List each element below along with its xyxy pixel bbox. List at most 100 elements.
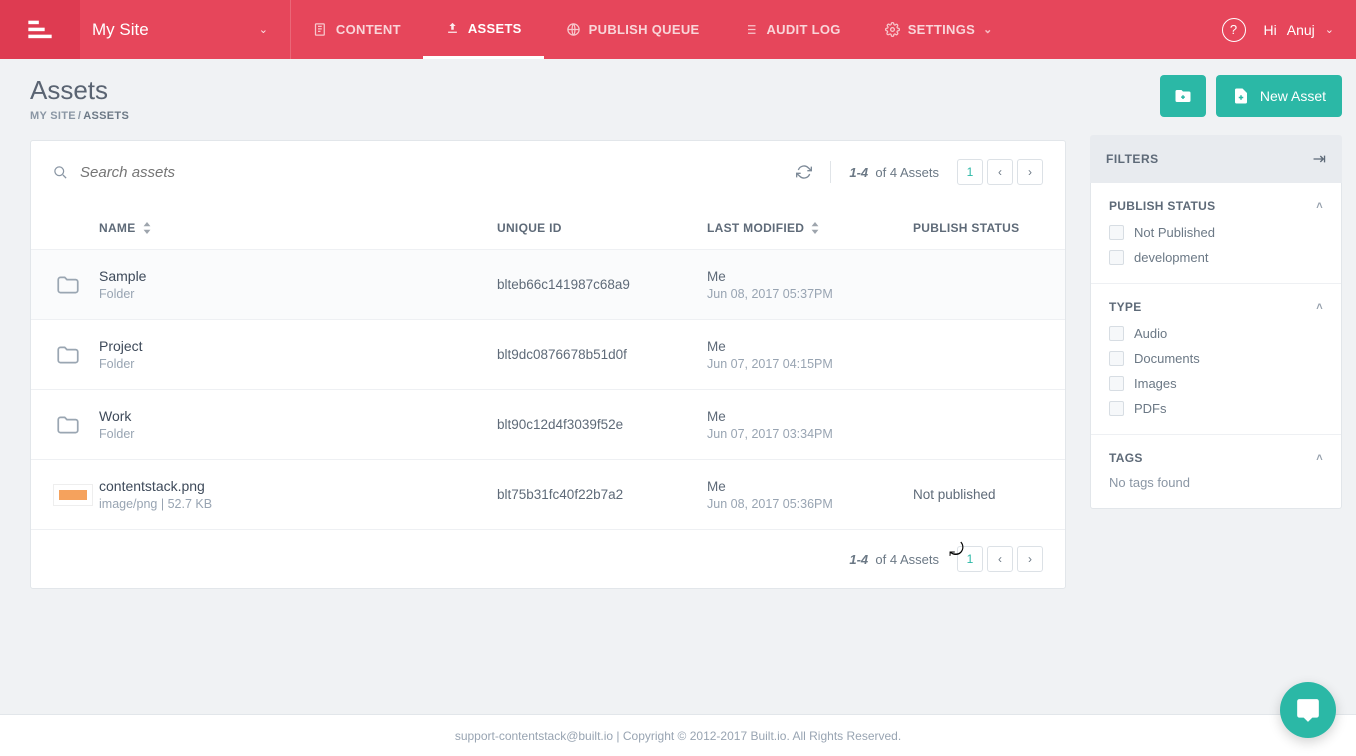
filter-option-publish-status[interactable]: development [1109, 250, 1323, 265]
col-publish-status[interactable]: PUBLISH STATUS [913, 221, 1043, 235]
pager: 1 ‹ › [957, 159, 1043, 185]
tab-audit-log[interactable]: AUDIT LOG [721, 0, 862, 59]
refresh-icon[interactable] [796, 164, 812, 180]
no-tags-text: No tags found [1109, 475, 1323, 490]
tab-assets[interactable]: ASSETS [423, 0, 544, 59]
new-folder-button[interactable] [1160, 75, 1206, 117]
row-title: Work [99, 408, 497, 424]
chevron-up-icon: ˄ [1316, 200, 1323, 212]
toolbar: 1-4 of 4 Assets 1 ‹ › [31, 141, 1065, 203]
chevron-up-icon: ˄ [1316, 452, 1323, 464]
filters-header: FILTERS ⇥ [1090, 135, 1342, 183]
row-uid: blteb66c141987c68a9 [497, 277, 707, 292]
checkbox-icon [1109, 326, 1124, 341]
page-1-button[interactable]: 1 [957, 159, 983, 185]
sort-icon [810, 222, 820, 234]
row-title: Sample [99, 268, 497, 284]
row-publish-status: Not published [913, 487, 1043, 502]
table-body: SampleFolderblteb66c141987c68a9MeJun 08,… [31, 250, 1065, 530]
main-tabs: CONTENT ASSETS PUBLISH QUEUE AUDIT LOG S… [291, 0, 1015, 59]
folder-icon [53, 342, 83, 368]
page-prev-button[interactable]: ‹ [987, 159, 1013, 185]
pager-info: 1-4 of 4 Assets [849, 165, 939, 180]
filter-publish-status: PUBLISH STATUS˄ Not Publisheddevelopment [1091, 183, 1341, 284]
checkbox-icon [1109, 225, 1124, 240]
user-menu[interactable]: Hi Anuj ⌄ [1264, 22, 1334, 38]
row-modified-at: Jun 07, 2017 03:34PM [707, 427, 913, 441]
list-icon [743, 22, 758, 37]
filter-option-type[interactable]: Documents [1109, 351, 1323, 366]
gear-icon [885, 22, 900, 37]
folder-icon [53, 272, 83, 298]
globe-icon [566, 22, 581, 37]
table-row[interactable]: contentstack.png image/png | 52.7 KBblt75… [31, 460, 1065, 530]
pager-bottom: 1 ‹ › [957, 546, 1043, 572]
table-row[interactable]: ProjectFolderblt9dc0876678b51d0fMeJun 07… [31, 320, 1065, 390]
chevron-down-icon: ⌄ [983, 23, 993, 36]
filter-option-publish-status[interactable]: Not Published [1109, 225, 1323, 240]
new-asset-button[interactable]: New Asset [1216, 75, 1342, 117]
chevron-down-icon: ⌄ [1325, 23, 1334, 36]
col-unique-id[interactable]: UNIQUE ID [497, 221, 707, 235]
collapse-filters-icon[interactable]: ⇥ [1313, 149, 1326, 169]
row-modified-by: Me [707, 479, 913, 494]
table-footer: 1-4 of 4 Assets 1 ‹ › [31, 530, 1065, 588]
row-subtitle: image/png | 52.7 KB [99, 497, 497, 511]
upload-icon [445, 21, 460, 36]
checkbox-icon [1109, 351, 1124, 366]
row-uid: blt9dc0876678b51d0f [497, 347, 707, 362]
filter-option-type[interactable]: Audio [1109, 326, 1323, 341]
row-modified-by: Me [707, 409, 913, 424]
row-uid: blt90c12d4f3039f52e [497, 417, 707, 432]
table-header: NAME UNIQUE ID LAST MODIFIED PUBLISH STA… [31, 203, 1065, 250]
help-icon[interactable]: ? [1222, 18, 1246, 42]
row-title: Project [99, 338, 497, 354]
row-modified-by: Me [707, 269, 913, 284]
row-subtitle: Folder [99, 427, 497, 441]
filter-tags: TAGS˄ No tags found [1091, 435, 1341, 508]
page-next-button[interactable]: › [1017, 546, 1043, 572]
content-icon [313, 22, 328, 37]
row-title: contentstack.png [99, 478, 497, 494]
breadcrumb-root[interactable]: MY SITE [30, 110, 76, 122]
filter-option-type[interactable]: PDFs [1109, 401, 1323, 416]
top-right: ? Hi Anuj ⌄ [1222, 18, 1356, 42]
tab-content[interactable]: CONTENT [291, 0, 423, 59]
folder-icon [53, 412, 83, 438]
breadcrumb: MY SITE/ASSETS [30, 110, 129, 122]
chat-fab[interactable] [1280, 682, 1336, 738]
filter-option-type[interactable]: Images [1109, 376, 1323, 391]
page-next-button[interactable]: › [1017, 159, 1043, 185]
plus-file-icon [1232, 87, 1250, 105]
breadcrumb-current: ASSETS [83, 110, 129, 122]
chat-icon [1295, 697, 1321, 723]
top-navbar: My Site ⌄ CONTENT ASSETS PUBLISH QUEUE A… [0, 0, 1356, 59]
col-name[interactable]: NAME [99, 221, 497, 235]
assets-panel: 1-4 of 4 Assets 1 ‹ › NAME UNIQUE ID LAS… [30, 140, 1066, 589]
divider [830, 161, 831, 183]
chevron-up-icon: ˄ [1316, 301, 1323, 313]
page-1-button[interactable]: 1 [957, 546, 983, 572]
site-dropdown[interactable]: My Site ⌄ [80, 0, 291, 59]
site-label: My Site [92, 20, 149, 40]
table-row[interactable]: Sample Folderblteb66c141987c68a9Me Jun 08,… [31, 250, 1065, 320]
col-last-modified[interactable]: LAST MODIFIED [707, 221, 913, 235]
search-input[interactable] [80, 164, 784, 181]
page-prev-button[interactable]: ‹ [987, 546, 1013, 572]
filters-body: PUBLISH STATUS˄ Not Publisheddevelopment… [1090, 183, 1342, 509]
folder-plus-icon [1174, 87, 1192, 105]
sort-icon [142, 222, 152, 234]
row-modified-at: Jun 08, 2017 05:36PM [707, 497, 913, 511]
row-modified-at: Jun 08, 2017 05:37PM [707, 287, 913, 301]
search-icon [53, 165, 68, 180]
row-subtitle: Folder [99, 287, 497, 301]
tab-settings[interactable]: SETTINGS ⌄ [863, 0, 1015, 59]
row-subtitle: Folder [99, 357, 497, 371]
row-uid: blt75b31fc40f22b7a2 [497, 487, 707, 502]
checkbox-icon [1109, 401, 1124, 416]
tab-publish-queue[interactable]: PUBLISH QUEUE [544, 0, 722, 59]
brand-logo[interactable] [0, 0, 80, 59]
table-row[interactable]: Work Folderblt90c12d4f3039f52eMe Jun 07, 2… [31, 390, 1065, 460]
checkbox-icon [1109, 250, 1124, 265]
pager-info-bottom: 1-4 of 4 Assets [849, 552, 939, 567]
